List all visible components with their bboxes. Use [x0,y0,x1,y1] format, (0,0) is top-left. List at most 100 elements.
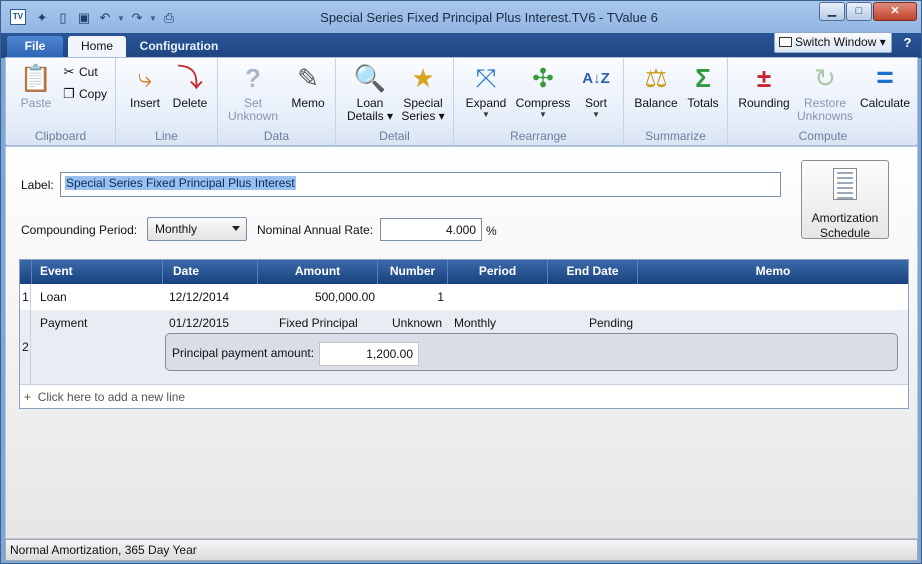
calculate-button[interactable]: = Calculate [856,61,914,110]
switch-window-label: Switch Window [795,35,877,49]
loan-details-label-2: Details [346,109,384,123]
totals-button[interactable]: Σ Totals [682,61,724,110]
compress-label: Compress [515,96,571,110]
paste-button[interactable]: 📋 Paste [14,61,58,110]
cell-date[interactable]: 01/12/2015 [169,316,229,330]
balance-label: Balance [634,96,678,110]
loan-details-label-1: Loan [356,96,384,110]
delete-button[interactable]: ⤵ Delete [168,61,212,110]
col-period[interactable]: Period [447,260,547,284]
ribbon: 📋 Paste ✂ Cut ❐ Copy Clipboard ⤷ Insert … [5,57,918,146]
add-new-line-label: Click here to add a new line [37,390,186,404]
group-line: ⤷ Insert ⤵ Delete Line [116,58,218,146]
compounding-period-select[interactable]: Monthly [147,217,247,241]
delete-row-icon: ⤵ [176,63,203,93]
label-input-value: Special Series Fixed Principal Plus Inte… [65,176,296,190]
cell-event[interactable]: Loan [40,290,67,304]
help-button[interactable]: ? [900,34,915,51]
amortization-schedule-button[interactable]: Amortization Schedule [801,160,889,240]
col-amount[interactable]: Amount [257,260,377,284]
cut-label: Cut [79,65,98,79]
col-end-date[interactable]: End Date [547,260,637,284]
col-event[interactable]: Event [31,260,162,284]
cell-amount[interactable]: Fixed Principal [279,316,358,330]
set-unknown-label-1: Set [243,96,262,110]
star-icon: ★ [411,63,435,93]
rounding-button[interactable]: ± Rounding [734,61,794,110]
balance-button[interactable]: ⚖ Balance [630,61,682,110]
principal-payment-input[interactable]: 1,200.00 [319,342,419,366]
copy-label: Copy [79,87,108,101]
expand-arrows-icon: ⤧ [475,63,497,93]
tab-file[interactable]: File [7,36,63,58]
cell-period[interactable]: Monthly [454,316,496,330]
compounding-period-value: Monthly [155,222,198,236]
group-detail: 🔍 Loan Details ▾ ★ Special Series ▾ Deta… [336,58,454,146]
paste-icon: 📋 [19,63,53,93]
compress-button[interactable]: ✣ Compress ▼ [514,61,572,119]
restore-unknowns-button[interactable]: ↻ Restore Unknowns [794,61,856,123]
principal-payment-caption: Principal payment amount: [172,346,315,360]
window-icon [779,37,792,47]
set-unknown-label-2: Unknown [227,109,279,123]
switch-window-button[interactable]: Switch Window ▾ [774,32,892,53]
grid-header-corner [20,260,31,284]
table-row[interactable]: 1 Loan 12/12/2014 500,000.00 1 [20,284,908,310]
set-unknown-button[interactable]: ? Set Unknown [226,61,280,123]
restore-unknowns-label-2: Unknowns [796,109,854,123]
cell-event[interactable]: Payment [40,316,87,330]
cell-number[interactable]: 1 [377,290,444,304]
maximize-button[interactable]: □ [846,2,872,21]
close-button[interactable]: ✕ [873,2,917,21]
tab-configuration[interactable]: Configuration [129,36,229,58]
minimize-button[interactable]: ▁ [819,2,845,21]
percent-unit: % [486,224,497,238]
cell-amount[interactable]: 500,000.00 [257,290,375,304]
group-compute: ± Rounding ↻ Restore Unknowns = Calculat… [728,58,918,146]
compounding-period-caption: Compounding Period: [21,223,138,237]
schedule-document-icon [833,168,857,200]
scales-icon: ⚖ [644,63,668,93]
plus-icon: + [24,390,32,404]
copy-button[interactable]: ❐ Copy [62,86,108,101]
app-window: TV ✦ ▯ ▣ ↶ ▼ ↷ ▼ ⎙ Special Series Fixed … [0,0,922,564]
amortization-schedule-label-2: Schedule [819,226,871,240]
label-input[interactable]: Special Series Fixed Principal Plus Inte… [60,172,781,197]
special-series-label-1: Special [403,96,443,110]
paste-label: Paste [20,96,52,110]
group-label-data: Data [263,129,290,143]
memo-button[interactable]: ✎ Memo [286,61,330,110]
expand-button[interactable]: ⤧ Expand ▼ [460,61,512,119]
special-series-button[interactable]: ★ Special Series ▾ [398,61,448,123]
equals-icon: = [876,61,894,94]
nominal-rate-caption: Nominal Annual Rate: [257,223,374,237]
insert-button[interactable]: ⤷ Insert [124,61,166,110]
chevron-down-icon: ▾ [435,109,445,123]
group-label-rearrange: Rearrange [510,129,567,143]
table-row[interactable]: 2 Payment 01/12/2015 Fixed Principal Unk… [20,310,908,384]
insert-label: Insert [129,96,160,110]
magnifier-icon: 🔍 [353,63,387,93]
rounding-label: Rounding [738,96,790,110]
group-data: ? Set Unknown ✎ Memo Data [218,58,336,146]
nominal-rate-input[interactable]: 4.000 [380,218,482,241]
cut-button[interactable]: ✂ Cut [62,64,98,79]
sigma-icon: Σ [695,63,711,93]
chevron-down-icon: ▼ [592,110,600,119]
add-new-line[interactable]: + Click here to add a new line [20,384,908,408]
chevron-down-icon: ▾ [879,35,886,49]
col-number[interactable]: Number [377,260,447,284]
totals-label: Totals [687,96,719,110]
col-date[interactable]: Date [162,260,257,284]
tab-home[interactable]: Home [68,36,126,58]
plus-minus-icon: ± [756,63,772,93]
cell-end-date[interactable]: Pending [589,316,633,330]
col-memo[interactable]: Memo [637,260,908,284]
sort-button[interactable]: A↓Z Sort ▼ [574,61,618,120]
cell-date[interactable]: 12/12/2014 [169,290,229,304]
chevron-down-icon [232,226,240,231]
loan-details-button[interactable]: 🔍 Loan Details ▾ [346,61,394,123]
cell-number[interactable]: Unknown [392,316,442,330]
question-mark-icon: ? [245,63,261,93]
expand-label: Expand [465,96,507,110]
